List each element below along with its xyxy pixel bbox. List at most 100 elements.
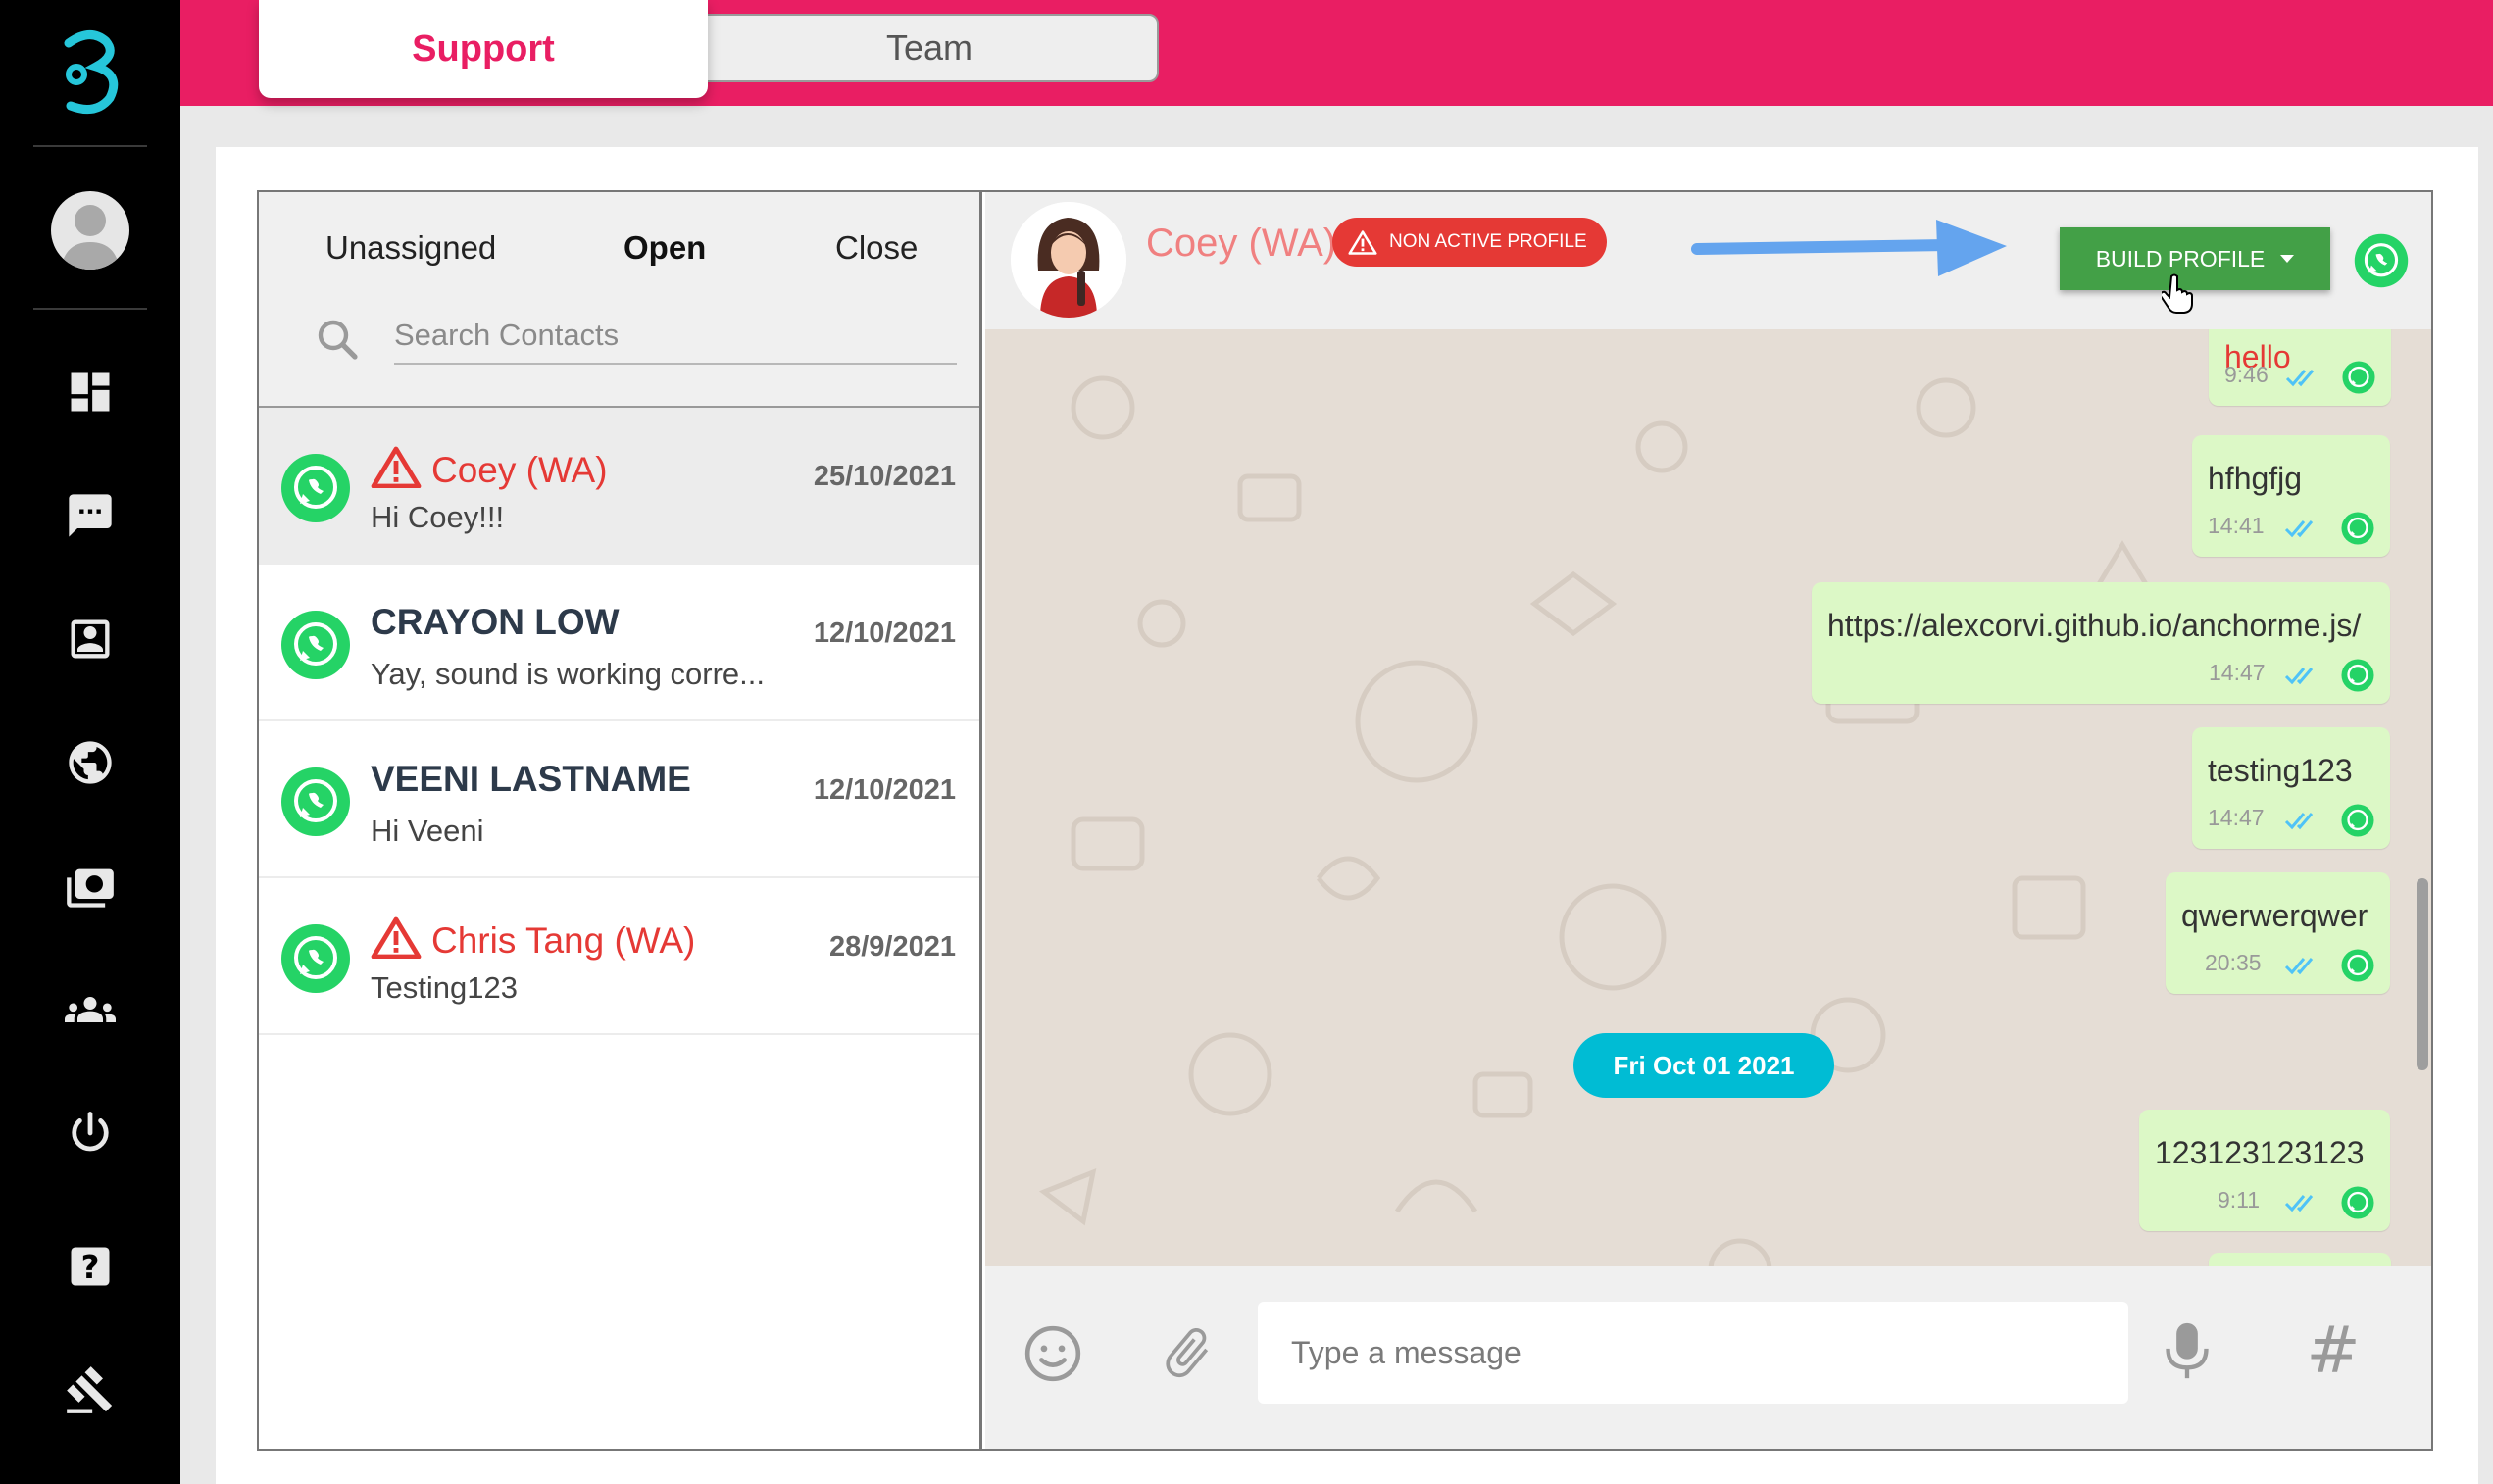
contact-date: 28/9/2021 bbox=[828, 931, 956, 963]
hashtag-icon[interactable]: # bbox=[2299, 1312, 2368, 1388]
whatsapp-icon bbox=[2341, 512, 2374, 545]
filter-tab-close[interactable]: Close bbox=[835, 229, 918, 267]
filter-tab-unassigned[interactable]: Unassigned bbox=[325, 229, 496, 267]
filter-tab-open[interactable]: Open bbox=[623, 229, 706, 267]
contacts-header: Unassigned Open Close bbox=[259, 192, 979, 408]
status-badge: NON ACTIVE PROFILE bbox=[1332, 218, 1607, 267]
date-divider: Fri Oct 01 2021 bbox=[1573, 1033, 1834, 1098]
chat-header: Coey (WA) NON ACTIVE PROFILE BUILD PROFI… bbox=[985, 192, 2431, 329]
contact-date: 12/10/2021 bbox=[813, 774, 956, 806]
paperclip-icon[interactable] bbox=[1158, 1321, 1217, 1384]
whatsapp-icon bbox=[2341, 949, 2374, 982]
contact-row[interactable]: Coey (WA) Hi Coey!!! 25/10/2021 bbox=[259, 408, 979, 565]
message-time: 14:47 bbox=[2208, 805, 2265, 830]
message-text: 123123123123 bbox=[2155, 1135, 2365, 1170]
sidebar-item-chats[interactable] bbox=[61, 486, 120, 545]
chat-scrollbar[interactable] bbox=[2417, 878, 2428, 1070]
power-icon bbox=[72, 1112, 109, 1152]
chat-contact-name: Coey (WA) bbox=[1146, 222, 1337, 265]
status-badge-label: NON ACTIVE PROFILE bbox=[1389, 231, 1587, 252]
globe-icon bbox=[69, 741, 112, 784]
broadcast-icon bbox=[67, 868, 114, 908]
svg-text:?: ? bbox=[81, 1249, 100, 1286]
contact-preview: Hi Coey!!! bbox=[371, 500, 505, 534]
sidebar-item-web[interactable] bbox=[61, 733, 120, 792]
whatsapp-icon bbox=[281, 767, 350, 836]
sidebar-divider bbox=[33, 145, 147, 147]
search-input[interactable] bbox=[394, 308, 957, 365]
profile-illustration-icon bbox=[1011, 202, 1126, 318]
arrow-annotation-icon bbox=[1691, 220, 2007, 276]
hand-cursor-icon bbox=[2162, 273, 2193, 314]
message-text: qwerwerqwer bbox=[2181, 898, 2368, 933]
sidebar-item-help[interactable]: ? bbox=[61, 1237, 120, 1296]
gavel-icon bbox=[67, 1366, 113, 1413]
message-time: 14:47 bbox=[2209, 660, 2266, 685]
message-time: 20:35 bbox=[2205, 950, 2262, 975]
contact-row[interactable]: VEENI LASTNAME Hi Veeni 12/10/2021 bbox=[259, 721, 979, 878]
double-check-icon bbox=[2284, 813, 2314, 830]
warning-icon bbox=[1348, 230, 1377, 255]
search-icon bbox=[318, 320, 358, 360]
avatar[interactable] bbox=[51, 191, 129, 270]
warning-icon bbox=[371, 446, 422, 488]
message-text: testing123 bbox=[2208, 753, 2353, 788]
message-bubble[interactable]: hfhgfjg 14:41 bbox=[2192, 435, 2390, 557]
whatsapp-icon bbox=[2342, 361, 2375, 394]
contacts-panel: Unassigned Open Close Coey (WA) Hi Coey!… bbox=[259, 192, 982, 1449]
sidebar-item-contacts[interactable] bbox=[61, 610, 120, 668]
message-text: hfhgfjg bbox=[2208, 461, 2303, 496]
help-icon: ? bbox=[71, 1247, 110, 1286]
contact-preview: Yay, sound is working corre... bbox=[371, 657, 766, 691]
sidebar-divider bbox=[33, 308, 147, 310]
contact-date: 25/10/2021 bbox=[813, 461, 956, 492]
contact-name: Coey (WA) bbox=[371, 445, 608, 491]
double-check-icon bbox=[2284, 958, 2314, 975]
double-check-icon bbox=[2284, 1195, 2314, 1212]
whatsapp-icon bbox=[281, 454, 350, 522]
contact-name: CRAYON LOW bbox=[371, 602, 620, 642]
chevron-down-icon bbox=[2280, 255, 2295, 263]
dashboard-icon bbox=[71, 372, 110, 412]
message-composer: # bbox=[985, 1266, 2431, 1449]
contact-avatar[interactable] bbox=[1011, 202, 1126, 318]
message-time: 14:41 bbox=[2208, 513, 2265, 538]
microphone-icon[interactable] bbox=[2162, 1317, 2213, 1384]
contact-date: 12/10/2021 bbox=[813, 618, 956, 649]
message-input[interactable] bbox=[1258, 1302, 2128, 1404]
whatsapp-icon[interactable] bbox=[2354, 233, 2409, 288]
whatsapp-icon bbox=[281, 924, 350, 993]
tab-support[interactable]: Support bbox=[259, 0, 708, 98]
sidebar-item-dashboard[interactable] bbox=[61, 363, 120, 421]
contact-row[interactable]: CRAYON LOW Yay, sound is working corre..… bbox=[259, 565, 979, 721]
app-logo-icon[interactable] bbox=[49, 29, 131, 118]
user-avatar-icon bbox=[61, 205, 120, 270]
build-profile-label: BUILD PROFILE bbox=[2095, 245, 2266, 272]
contact-name-text: Coey (WA) bbox=[431, 450, 608, 490]
message-bubble[interactable]: testing123 14:47 bbox=[2192, 727, 2390, 849]
double-check-icon bbox=[2285, 370, 2315, 387]
contact-name: Chris Tang (WA) bbox=[371, 915, 695, 962]
sidebar: ? bbox=[0, 0, 180, 1484]
tab-team[interactable]: Team bbox=[700, 14, 1159, 82]
sidebar-item-broadcast[interactable] bbox=[61, 857, 120, 915]
message-bubble[interactable]: qwerwerqwer 20:35 bbox=[2166, 872, 2390, 994]
contact-row[interactable]: Chris Tang (WA) Testing123 28/9/2021 bbox=[259, 878, 979, 1035]
sidebar-item-rules[interactable] bbox=[61, 1360, 120, 1419]
whatsapp-icon bbox=[2341, 659, 2374, 692]
message-time: 9:11 bbox=[2218, 1187, 2261, 1212]
sidebar-item-logout[interactable] bbox=[61, 1104, 120, 1162]
message-link[interactable]: https://alexcorvi.github.io/anchorme.js/ bbox=[1827, 608, 2361, 644]
sidebar-item-team[interactable] bbox=[61, 980, 120, 1039]
whatsapp-icon bbox=[2341, 1186, 2374, 1219]
team-icon bbox=[65, 997, 116, 1022]
chat-icon bbox=[69, 494, 112, 537]
double-check-icon bbox=[2284, 520, 2314, 538]
chat-panel: Coey (WA) NON ACTIVE PROFILE BUILD PROFI… bbox=[985, 192, 2431, 1449]
message-bubble[interactable]: https://alexcorvi.github.io/anchorme.js/… bbox=[1812, 582, 2390, 704]
contact-name-text: Chris Tang (WA) bbox=[431, 920, 696, 961]
message-time: 9:46 bbox=[2224, 362, 2269, 387]
build-profile-button[interactable]: BUILD PROFILE bbox=[2060, 227, 2330, 290]
message-bubble[interactable]: 123123123123 9:11 bbox=[2139, 1110, 2390, 1231]
emoji-icon[interactable] bbox=[1022, 1323, 1083, 1384]
